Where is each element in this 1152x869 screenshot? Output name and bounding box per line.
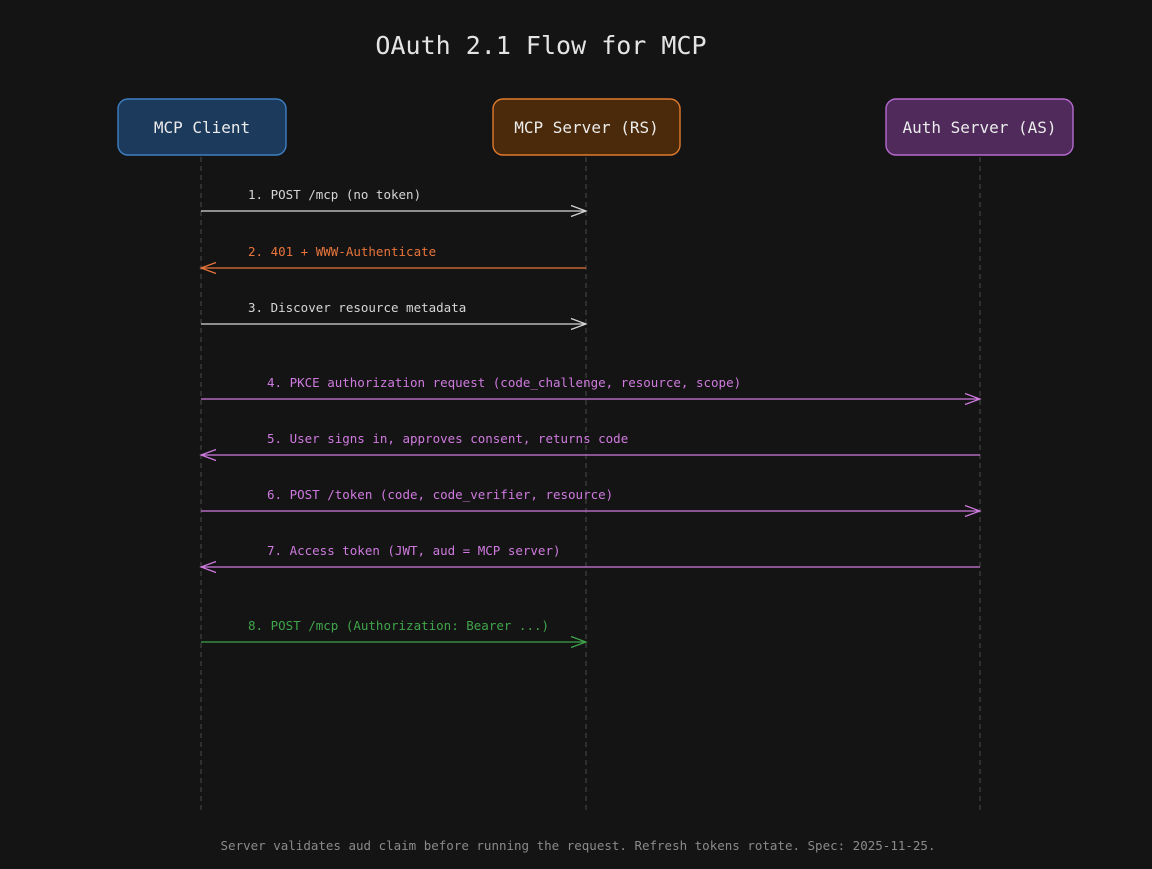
message-3: 3. Discover resource metadata [201, 300, 588, 331]
actor-as: Auth Server (AS) [885, 98, 1074, 156]
actor-label-rs: MCP Server (RS) [514, 118, 659, 137]
message-7: 7. Access token (JWT, aud = MCP server) [199, 543, 980, 574]
footer-note: Server validates aud claim before runnin… [221, 838, 936, 853]
message-label: 3. Discover resource metadata [248, 300, 466, 315]
actor-label-client: MCP Client [154, 118, 250, 137]
message-1: 1. POST /mcp (no token) [201, 187, 588, 218]
actor-label-as: Auth Server (AS) [902, 118, 1056, 137]
message-label: 4. PKCE authorization request (code_chal… [267, 375, 741, 390]
message-8: 8. POST /mcp (Authorization: Bearer ...) [201, 618, 588, 649]
message-label: 1. POST /mcp (no token) [248, 187, 421, 202]
diagram-title: OAuth 2.1 Flow for MCP [375, 31, 706, 60]
message-6: 6. POST /token (code, code_verifier, res… [201, 487, 982, 518]
actors: MCP Client MCP Server (RS) Auth Server (AS… [117, 98, 1074, 156]
message-label: 8. POST /mcp (Authorization: Bearer ...) [248, 618, 549, 633]
message-5: 5. User signs in, approves consent, retu… [199, 431, 980, 462]
message-label: 2. 401 + WWW-Authenticate [248, 244, 436, 259]
messages: 1. POST /mcp (no token) 2. 401 + WWW-Auth… [199, 187, 982, 649]
actor-client: MCP Client [117, 98, 287, 156]
message-label: 7. Access token (JWT, aud = MCP server) [267, 543, 561, 558]
actor-rs: MCP Server (RS) [492, 98, 681, 156]
message-4: 4. PKCE authorization request (code_chal… [201, 375, 982, 406]
message-2: 2. 401 + WWW-Authenticate [199, 244, 586, 275]
message-label: 5. User signs in, approves consent, retu… [267, 431, 628, 446]
sequence-diagram: OAuth 2.1 Flow for MCP MCP Client MCP Ser… [117, 31, 1074, 853]
message-label: 6. POST /token (code, code_verifier, res… [267, 487, 613, 502]
